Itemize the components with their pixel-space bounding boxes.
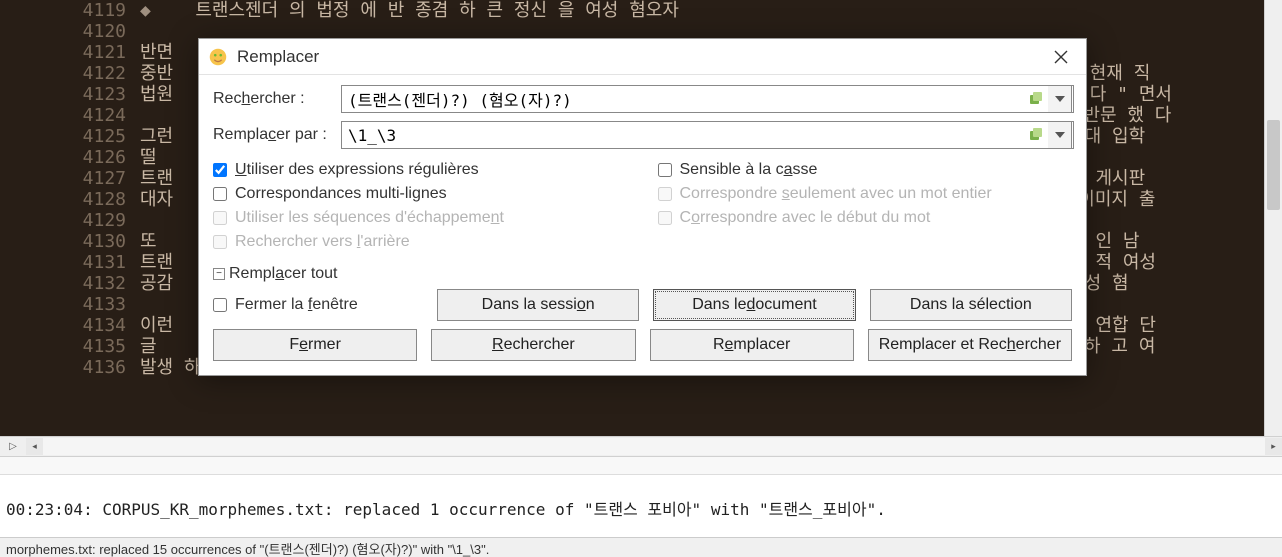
console-line: 00:23:04: CORPUS_KR_morphemes.txt: repla… bbox=[6, 499, 1276, 521]
replace-all-header[interactable]: − Remplacer tout bbox=[213, 265, 1072, 283]
in-selection-button[interactable]: Dans la sélection bbox=[870, 289, 1072, 321]
vertical-scrollbar[interactable] bbox=[1264, 0, 1282, 436]
replace-row: Remplacer par : bbox=[213, 121, 1072, 149]
status-text: morphemes.txt: replaced 15 occurrences o… bbox=[6, 542, 489, 557]
bottom-buttons-row: Fermer Rechercher Remplacer Remplacer et… bbox=[213, 329, 1072, 361]
hscroll-right-button[interactable]: ▸ bbox=[1265, 438, 1282, 455]
escape-checkbox: Utiliser les séquences d'échappement bbox=[213, 209, 628, 227]
close-button[interactable] bbox=[1044, 43, 1078, 71]
tabbar-prev-icon[interactable]: ▷ bbox=[0, 437, 26, 456]
close-window-checkbox[interactable]: Fermer la fenêtre bbox=[213, 296, 423, 314]
options-grid: Utiliser des expressions régulières Sens… bbox=[213, 161, 1072, 251]
history-icon[interactable] bbox=[1028, 127, 1044, 143]
replace-label: Remplacer par : bbox=[213, 126, 341, 144]
app-icon bbox=[207, 46, 229, 68]
dialog-titlebar[interactable]: Remplacer bbox=[199, 39, 1086, 75]
replace-button[interactable]: Remplacer bbox=[650, 329, 854, 361]
dialog-title: Remplacer bbox=[237, 47, 1044, 67]
wordstart-checkbox: Correspondre avec le début du mot bbox=[658, 209, 1073, 227]
close-icon bbox=[1054, 50, 1068, 64]
dialog-body: Rechercher : Remplacer par : bbox=[199, 75, 1086, 375]
hscroll-track[interactable] bbox=[43, 438, 1265, 455]
collapse-icon[interactable]: − bbox=[213, 268, 225, 280]
search-history-dropdown[interactable] bbox=[1048, 85, 1072, 113]
replace-all-row: Fermer la fenêtre Dans la session Dans l… bbox=[213, 289, 1072, 321]
search-row: Rechercher : bbox=[213, 85, 1072, 113]
replace-input[interactable] bbox=[341, 121, 1074, 149]
vertical-scrollbar-thumb[interactable] bbox=[1267, 120, 1280, 210]
search-button[interactable]: Rechercher bbox=[431, 329, 635, 361]
multiline-checkbox[interactable]: Correspondances multi-lignes bbox=[213, 185, 628, 203]
wholeword-checkbox: Correspondre seulement avec un mot entie… bbox=[658, 185, 1073, 203]
search-input[interactable] bbox=[341, 85, 1074, 113]
status-bar: morphemes.txt: replaced 15 occurrences o… bbox=[0, 537, 1282, 557]
horizontal-scrollbar[interactable]: ▷ ◂ ▸ bbox=[0, 436, 1282, 457]
chevron-down-icon bbox=[1055, 96, 1065, 102]
case-checkbox[interactable]: Sensible à la casse bbox=[658, 161, 1073, 179]
regex-checkbox[interactable]: Utiliser des expressions régulières bbox=[213, 161, 628, 179]
search-label: Rechercher : bbox=[213, 90, 341, 108]
backward-checkbox: Rechercher vers l'arrière bbox=[213, 233, 628, 251]
console-output: 00:23:04: CORPUS_KR_morphemes.txt: repla… bbox=[0, 475, 1282, 533]
replace-dialog: Remplacer Rechercher : Remplacer par : bbox=[198, 38, 1087, 376]
close-button-bottom[interactable]: Fermer bbox=[213, 329, 417, 361]
replace-history-dropdown[interactable] bbox=[1048, 121, 1072, 149]
console-separator[interactable] bbox=[0, 457, 1282, 475]
history-icon[interactable] bbox=[1028, 91, 1044, 107]
hscroll-left-button[interactable]: ◂ bbox=[26, 438, 43, 455]
line-number-gutter: 4119412041214122412341244125412641274128… bbox=[0, 0, 140, 436]
chevron-down-icon bbox=[1055, 132, 1065, 138]
replace-and-search-button[interactable]: Remplacer et Rechercher bbox=[868, 329, 1072, 361]
in-session-button[interactable]: Dans la session bbox=[437, 289, 639, 321]
in-document-button[interactable]: Dans le document bbox=[653, 289, 855, 321]
